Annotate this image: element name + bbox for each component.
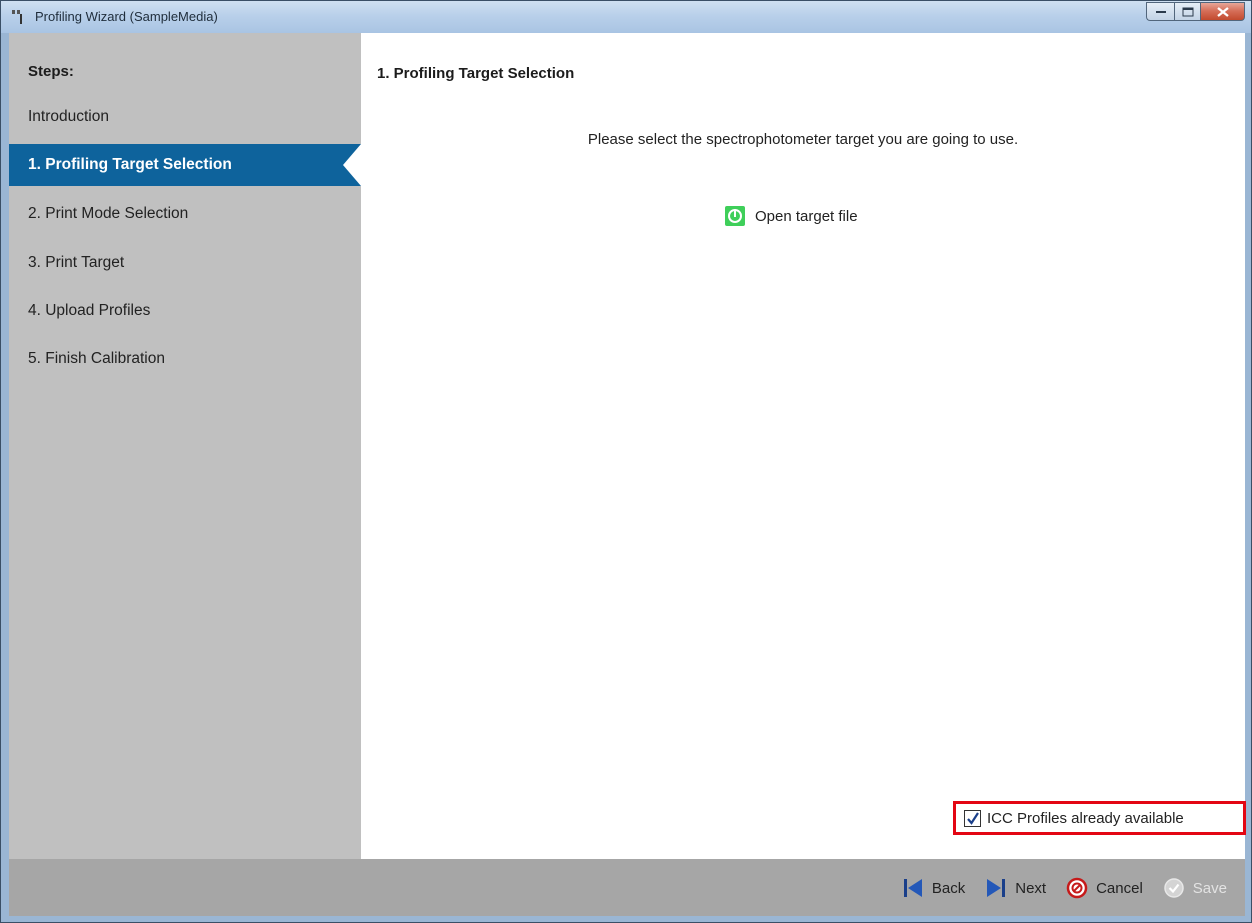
close-button[interactable] — [1200, 2, 1245, 21]
cancel-label: Cancel — [1096, 879, 1143, 897]
active-step-indicator — [343, 144, 361, 186]
checkmark-icon — [967, 811, 979, 825]
step-upload-profiles[interactable]: 4. Upload Profiles — [9, 291, 361, 331]
steps-heading: Steps: — [28, 63, 74, 80]
cancel-icon — [1066, 877, 1088, 899]
step-label: 2. Print Mode Selection — [28, 205, 189, 222]
step-print-target[interactable]: 3. Print Target — [9, 243, 361, 283]
steps-sidebar: Steps: Introduction 1. Profiling Target … — [9, 33, 361, 859]
step-label: 3. Print Target — [28, 254, 125, 271]
maximize-button[interactable] — [1174, 2, 1200, 21]
next-button[interactable]: Next — [985, 877, 1046, 899]
save-button[interactable]: Save — [1163, 877, 1227, 899]
step-introduction[interactable]: Introduction — [9, 97, 361, 137]
window-controls — [1146, 2, 1245, 22]
back-label: Back — [931, 879, 966, 897]
instruction-text: Please select the spectrophotometer targ… — [587, 131, 1019, 148]
step-label: 1. Profiling Target Selection — [28, 156, 232, 173]
step-content-panel: 1. Profiling Target Selection Please sel… — [361, 33, 1246, 859]
cancel-button[interactable]: Cancel — [1066, 877, 1143, 899]
step-label: 5. Finish Calibration — [28, 350, 165, 367]
app-icon — [11, 9, 27, 25]
icc-profiles-label: ICC Profiles already available — [987, 809, 1184, 827]
save-label: Save — [1192, 879, 1227, 897]
icc-profiles-checkbox[interactable] — [964, 809, 981, 827]
close-icon — [1216, 6, 1229, 17]
open-file-icon — [725, 206, 745, 226]
footer-buttons: Back Next Cancel Save — [882, 877, 1227, 899]
title-bar[interactable]: Profiling Wizard (SampleMedia) — [1, 1, 1251, 33]
profiling-wizard-window: Profiling Wizard (SampleMedia) Steps: In… — [0, 0, 1252, 923]
back-icon — [902, 877, 924, 899]
window-title: Profiling Wizard (SampleMedia) — [35, 9, 218, 24]
next-icon — [985, 877, 1007, 899]
page-title: 1. Profiling Target Selection — [377, 65, 575, 82]
minimize-icon — [1155, 10, 1166, 13]
step-label: 4. Upload Profiles — [28, 302, 151, 319]
wizard-footer: Back Next Cancel Save — [9, 859, 1245, 916]
step-profiling-target-selection[interactable]: 1. Profiling Target Selection — [9, 144, 361, 186]
open-target-file-button[interactable]: Open target file — [725, 206, 858, 226]
maximize-icon — [1182, 7, 1193, 16]
icc-profiles-option: ICC Profiles already available — [953, 801, 1246, 835]
wizard-client-area: Steps: Introduction 1. Profiling Target … — [9, 33, 1246, 916]
step-label: Introduction — [28, 108, 109, 125]
minimize-button[interactable] — [1146, 2, 1174, 21]
back-button[interactable]: Back — [902, 877, 965, 899]
step-finish-calibration[interactable]: 5. Finish Calibration — [9, 339, 361, 379]
step-print-mode-selection[interactable]: 2. Print Mode Selection — [9, 194, 361, 234]
open-target-file-label: Open target file — [755, 207, 858, 225]
save-check-icon — [1163, 877, 1185, 899]
next-label: Next — [1015, 879, 1047, 897]
